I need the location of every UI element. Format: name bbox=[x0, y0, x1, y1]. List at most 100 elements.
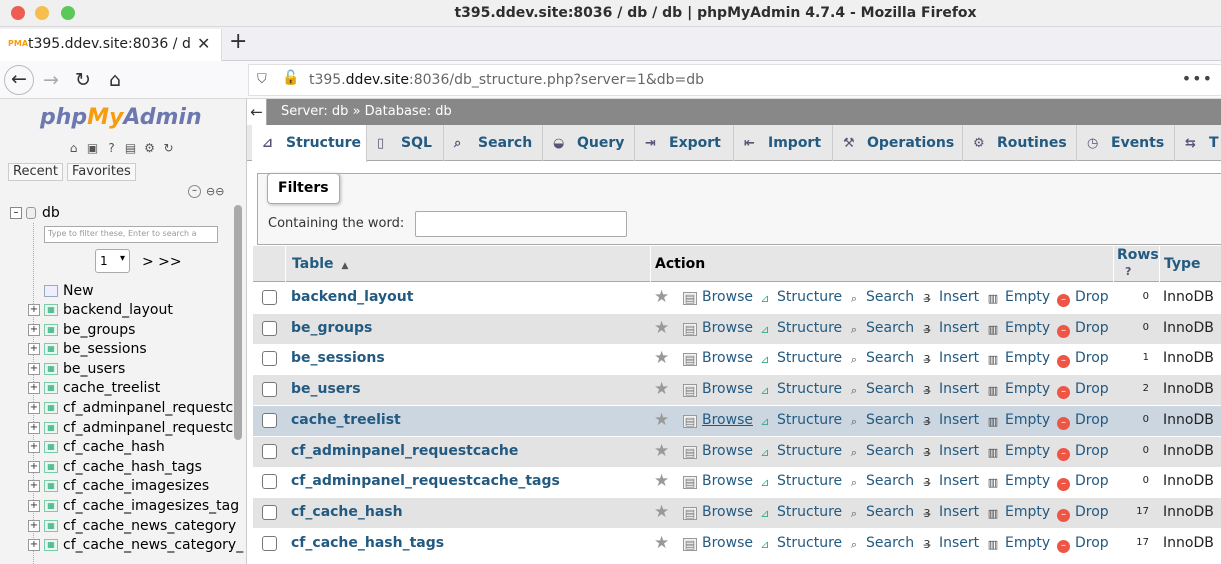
favorite-star-icon[interactable]: ★ bbox=[654, 471, 669, 491]
search-link[interactable]: ⌕ Search bbox=[847, 443, 914, 460]
expand-icon[interactable]: + bbox=[28, 402, 40, 414]
structure-link[interactable]: ⊿ Structure bbox=[758, 473, 842, 490]
recent-tab[interactable]: Recent bbox=[8, 163, 63, 181]
tree-item-table[interactable]: + ▦ be_users bbox=[28, 361, 125, 380]
favorite-star-icon[interactable]: ★ bbox=[654, 410, 669, 430]
tab-events[interactable]: ◷ Events bbox=[1077, 125, 1175, 161]
browse-link[interactable]: ▤ Browse bbox=[683, 320, 753, 336]
structure-link[interactable]: ⊿ Structure bbox=[758, 504, 842, 521]
tree-item-table[interactable]: + ▦ cf_cache_news_category_ bbox=[28, 537, 243, 556]
tree-db-node[interactable]: – db bbox=[10, 205, 60, 223]
empty-link[interactable]: ▥ Empty bbox=[986, 320, 1050, 337]
column-header-table[interactable]: Table ▲ bbox=[285, 246, 348, 282]
tree-item-table[interactable]: + ▦ backend_layout bbox=[28, 302, 173, 321]
table-name-link[interactable]: cf_adminpanel_requestcache_tags bbox=[291, 473, 560, 489]
page-actions-menu-icon[interactable]: ••• bbox=[1182, 69, 1213, 88]
shield-icon[interactable]: ⛉ bbox=[257, 72, 267, 87]
search-link[interactable]: ⌕ Search bbox=[847, 381, 914, 398]
insert-link[interactable]: 3̶ Insert bbox=[920, 473, 980, 490]
expand-icon[interactable]: + bbox=[28, 363, 40, 375]
empty-link[interactable]: ▥ Empty bbox=[986, 535, 1050, 552]
reload-nav-icon[interactable]: ↻ bbox=[161, 141, 176, 156]
home-icon[interactable]: ⌂ bbox=[100, 65, 130, 95]
drop-link[interactable]: – Drop bbox=[1057, 412, 1109, 430]
tab-export[interactable]: ⇥ Export bbox=[635, 125, 734, 161]
browse-link[interactable]: ▤ Browse bbox=[683, 443, 753, 459]
drop-link[interactable]: – Drop bbox=[1057, 381, 1109, 399]
structure-link[interactable]: ⊿ Structure bbox=[758, 320, 842, 337]
drop-link[interactable]: – Drop bbox=[1057, 504, 1109, 522]
insert-link[interactable]: 3̶ Insert bbox=[920, 381, 980, 398]
close-tab-icon[interactable]: ✕ bbox=[197, 34, 210, 53]
table-name-link[interactable]: be_groups bbox=[291, 320, 372, 336]
expand-icon[interactable]: + bbox=[28, 343, 40, 355]
forward-arrow-icon[interactable]: → bbox=[36, 65, 66, 95]
empty-link[interactable]: ▥ Empty bbox=[986, 289, 1050, 306]
browse-link[interactable]: ▤ Browse bbox=[683, 289, 753, 305]
empty-link[interactable]: ▥ Empty bbox=[986, 443, 1050, 460]
tree-item-table[interactable]: + ▦ be_groups bbox=[28, 322, 135, 341]
expand-icon[interactable]: + bbox=[28, 382, 40, 394]
tree-item-table[interactable]: + ▦ cache_treelist bbox=[28, 380, 160, 399]
table-name-link[interactable]: be_sessions bbox=[291, 350, 385, 366]
insert-link[interactable]: 3̶ Insert bbox=[920, 289, 980, 306]
reload-icon[interactable]: ↻ bbox=[68, 65, 98, 95]
browse-link[interactable]: ▤ Browse bbox=[683, 473, 753, 489]
browse-link[interactable]: ▤ Browse bbox=[683, 412, 753, 428]
table-name-link[interactable]: cache_treelist bbox=[291, 412, 401, 428]
tree-item-table[interactable]: + ▦ cf_cache_hash bbox=[28, 439, 165, 458]
tab-search[interactable]: ⌕ Search bbox=[444, 125, 543, 161]
back-arrow-icon[interactable]: ← bbox=[4, 65, 34, 95]
drop-link[interactable]: – Drop bbox=[1057, 535, 1109, 553]
tree-item-table[interactable]: + ▦ be_sessions bbox=[28, 341, 147, 360]
tab-import[interactable]: ⇤ Import bbox=[734, 125, 833, 161]
empty-link[interactable]: ▥ Empty bbox=[986, 473, 1050, 490]
table-name-link[interactable]: cf_cache_hash_tags bbox=[291, 535, 444, 551]
search-link[interactable]: ⌕ Search bbox=[847, 350, 914, 367]
breadcrumb-database[interactable]: Database: db bbox=[365, 104, 452, 119]
tree-item-new[interactable]: New bbox=[44, 283, 94, 302]
gear-icon[interactable]: ⚙ bbox=[142, 141, 157, 156]
favorite-star-icon[interactable]: ★ bbox=[654, 533, 669, 553]
empty-link[interactable]: ▥ Empty bbox=[986, 381, 1050, 398]
column-header-rows[interactable]: Rows? bbox=[1113, 246, 1159, 282]
new-tab-icon[interactable]: + bbox=[229, 29, 247, 54]
breadcrumb-server[interactable]: Server: db bbox=[281, 104, 348, 119]
help-icon[interactable]: ? bbox=[1117, 265, 1131, 278]
structure-link[interactable]: ⊿ Structure bbox=[758, 381, 842, 398]
search-link[interactable]: ⌕ Search bbox=[847, 504, 914, 521]
search-link[interactable]: ⌕ Search bbox=[847, 320, 914, 337]
row-checkbox[interactable] bbox=[262, 351, 277, 366]
url-text[interactable]: t395.ddev.site:8036/db_structure.php?ser… bbox=[309, 72, 704, 88]
browse-link[interactable]: ▤ Browse bbox=[683, 504, 753, 520]
empty-link[interactable]: ▥ Empty bbox=[986, 412, 1050, 429]
favorite-star-icon[interactable]: ★ bbox=[654, 441, 669, 461]
collapse-nav-arrow-icon[interactable]: ← bbox=[247, 99, 267, 125]
collapse-all-icon[interactable]: – bbox=[188, 185, 201, 198]
drop-link[interactable]: – Drop bbox=[1057, 350, 1109, 368]
docs-icon[interactable]: ▤ bbox=[123, 141, 138, 156]
row-checkbox[interactable] bbox=[262, 444, 277, 459]
row-checkbox[interactable] bbox=[262, 413, 277, 428]
nav-scrollbar[interactable] bbox=[234, 205, 242, 440]
insert-link[interactable]: 3̶ Insert bbox=[920, 412, 980, 429]
search-link[interactable]: ⌕ Search bbox=[847, 289, 914, 306]
structure-link[interactable]: ⊿ Structure bbox=[758, 412, 842, 429]
table-name-link[interactable]: backend_layout bbox=[291, 289, 413, 305]
home-icon[interactable]: ⌂ bbox=[66, 141, 81, 156]
tree-item-table[interactable]: + ▦ cf_cache_imagesizes_tag bbox=[28, 498, 239, 517]
favorite-star-icon[interactable]: ★ bbox=[654, 348, 669, 368]
tree-item-table[interactable]: + ▦ cf_adminpanel_requestca bbox=[28, 420, 242, 439]
row-checkbox[interactable] bbox=[262, 474, 277, 489]
drop-link[interactable]: – Drop bbox=[1057, 289, 1109, 307]
collapse-icon[interactable]: – bbox=[10, 207, 22, 219]
drop-link[interactable]: – Drop bbox=[1057, 473, 1109, 491]
next-page-link[interactable]: > >> bbox=[142, 254, 182, 270]
logout-icon[interactable]: ▣ bbox=[85, 141, 100, 156]
drop-link[interactable]: – Drop bbox=[1057, 443, 1109, 461]
insert-link[interactable]: 3̶ Insert bbox=[920, 350, 980, 367]
insert-link[interactable]: 3̶ Insert bbox=[920, 504, 980, 521]
browse-link[interactable]: ▤ Browse bbox=[683, 535, 753, 551]
expand-icon[interactable]: + bbox=[28, 520, 40, 532]
expand-icon[interactable]: + bbox=[28, 324, 40, 336]
